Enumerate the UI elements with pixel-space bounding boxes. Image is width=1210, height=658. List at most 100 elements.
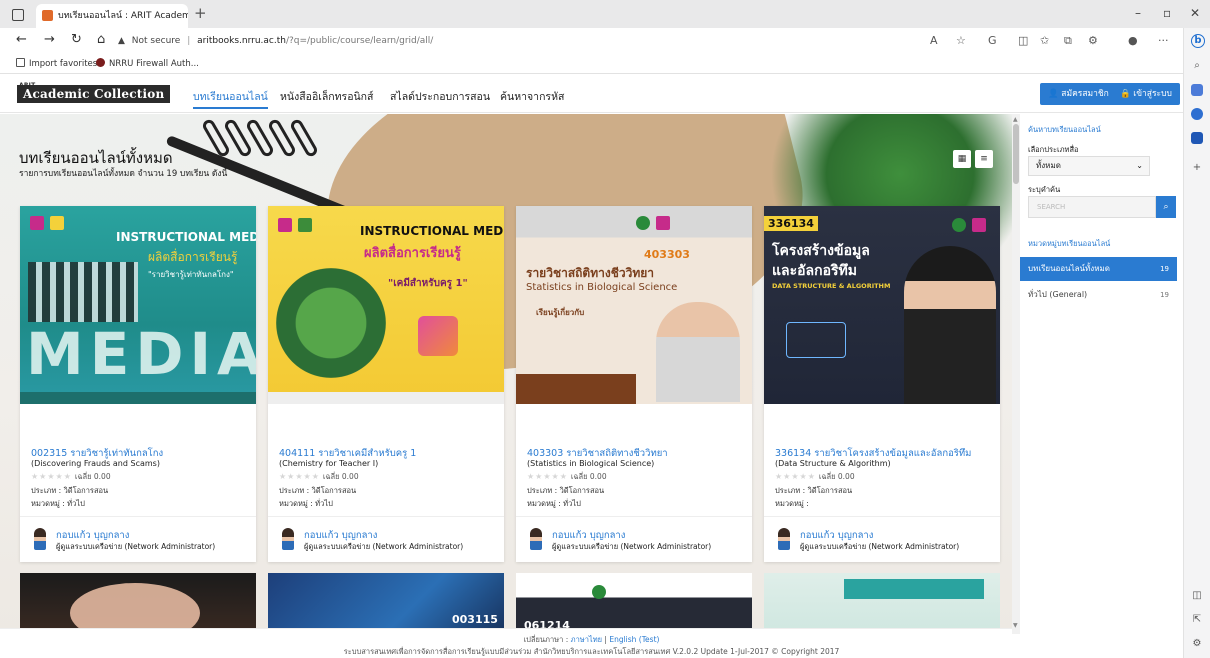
cover-hands-graphic bbox=[70, 583, 200, 634]
course-card-partial[interactable] bbox=[20, 573, 256, 634]
cover-footer-strip bbox=[20, 392, 256, 404]
cover-people bbox=[28, 262, 138, 322]
cover-extra: "เคมีสำหรับครู 1" bbox=[388, 278, 468, 289]
search-icon[interactable]: ⌕ bbox=[1191, 60, 1203, 72]
search-input[interactable]: SEARCH bbox=[1028, 196, 1156, 218]
extensions-icon[interactable]: ⚙ bbox=[1088, 34, 1098, 48]
site-footer: เปลี่ยนภาษา : ภาษาไทย | English (Test) ร… bbox=[0, 628, 1012, 658]
language-label: เปลี่ยนภาษา : bbox=[523, 635, 569, 644]
scroll-down-icon[interactable]: ▼ bbox=[1013, 622, 1018, 629]
scroll-thumb[interactable] bbox=[1013, 124, 1019, 184]
search-button[interactable]: ⌕ bbox=[1156, 196, 1176, 218]
tab-title: บทเรียนออนไลน์ : ARIT Academic C... bbox=[58, 11, 188, 21]
scroll-up-icon[interactable]: ▲ bbox=[1013, 116, 1018, 123]
refresh-page-icon[interactable]: G bbox=[988, 34, 997, 48]
course-card-partial[interactable] bbox=[764, 573, 1000, 634]
grid-view-icon[interactable]: ▦ bbox=[953, 150, 971, 168]
nav-slides[interactable]: สไลด์ประกอบการสอน bbox=[390, 88, 490, 105]
rating-stars-icon: ★★★★★ เฉลี่ย 0.00 bbox=[279, 472, 359, 481]
bing-icon[interactable]: b bbox=[1191, 34, 1205, 48]
language-thai-link[interactable]: ภาษาไทย bbox=[571, 635, 602, 644]
tools-icon[interactable] bbox=[1191, 108, 1203, 120]
warning-icon: ▲ bbox=[118, 36, 125, 46]
shopping-icon[interactable] bbox=[1191, 84, 1203, 96]
nav-ebooks[interactable]: หนังสืออิเล็กทรอนิกส์ bbox=[280, 88, 373, 105]
category-item-all[interactable]: บทเรียนออนไลน์ทั้งหมด 19 bbox=[1020, 257, 1177, 281]
nav-online-lessons[interactable]: บทเรียนออนไลน์ bbox=[193, 88, 268, 109]
login-label: เข้าสู่ระบบ bbox=[1133, 89, 1172, 99]
split-screen-icon[interactable]: ◫ bbox=[1018, 34, 1028, 48]
site-logo[interactable]: ARIT Academic Collection bbox=[17, 82, 171, 103]
profile-icon[interactable]: ● bbox=[1128, 34, 1138, 48]
author-role: ผู้ดูแลระบบเครือข่าย (Network Administra… bbox=[800, 542, 960, 551]
collections-icon[interactable]: ⧉ bbox=[1064, 34, 1072, 48]
arit-logo-icon bbox=[30, 216, 44, 230]
cover-code: 403303 bbox=[644, 248, 690, 261]
back-icon[interactable]: ← bbox=[16, 32, 27, 48]
chevron-down-icon: ⌄ bbox=[1136, 161, 1143, 170]
course-card-partial[interactable]: 061214 bbox=[516, 573, 752, 634]
author-avatar bbox=[530, 528, 542, 550]
author-role: ผู้ดูแลระบบเครือข่าย (Network Administra… bbox=[56, 542, 216, 551]
favorite-nrru[interactable]: NRRU Firewall Auth... bbox=[96, 54, 199, 74]
more-icon[interactable]: ··· bbox=[1158, 34, 1169, 48]
course-card-partial[interactable]: 003115 bbox=[268, 573, 504, 634]
cover-footer-strip bbox=[268, 392, 504, 404]
cover-extra: "รายวิชารู้เท่าทันกลโกง" bbox=[148, 270, 234, 279]
rating-stars-icon: ★★★★★ เฉลี่ย 0.00 bbox=[775, 472, 855, 481]
cover-classroom-photo bbox=[276, 268, 386, 378]
category-item-general[interactable]: ทั่วไป (General) 19 bbox=[1020, 285, 1177, 305]
tab-actions-icon[interactable] bbox=[12, 9, 24, 21]
course-card[interactable]: INSTRUCTIONAL MEDIA ผลิตสื่อการเรียนรู้ … bbox=[20, 206, 256, 562]
url-field[interactable]: ▲ Not secure | aritbooks.nrru.ac.th/?q=/… bbox=[118, 31, 978, 51]
register-button[interactable]: 👤 สมัครสมาชิก bbox=[1040, 83, 1117, 105]
cover-code: 336134 bbox=[764, 216, 818, 231]
course-cover[interactable]: 336134 โครงสร้างข้อมูล และอัลกอริทึม DAT… bbox=[764, 206, 1000, 404]
course-category: หมวดหมู่ : ทั่วไป bbox=[279, 499, 333, 508]
sidebar-panel-icon[interactable]: ◫ bbox=[1191, 590, 1203, 602]
page-scrollbar[interactable]: ▲ ▼ bbox=[1012, 114, 1020, 634]
categories-heading: หมวดหมู่บทเรียนออนไลน์ bbox=[1028, 239, 1111, 248]
author-role: ผู้ดูแลระบบเครือข่าย (Network Administra… bbox=[304, 542, 464, 551]
cover-flask-graphic bbox=[418, 316, 458, 356]
card-divider bbox=[764, 516, 1000, 517]
restore-icon[interactable]: ▫ bbox=[1163, 6, 1171, 20]
course-card[interactable]: 403303 รายวิชาสถิติทางชีววิทยา Statistic… bbox=[516, 206, 752, 562]
nav-search-code[interactable]: ค้นหาจากรหัส bbox=[500, 88, 564, 105]
logo-text: Academic Collection bbox=[23, 87, 165, 101]
url-warning-text: Not secure bbox=[131, 36, 181, 46]
favorite-star-icon[interactable]: ☆ bbox=[956, 34, 966, 48]
cover-diagram-graphic bbox=[786, 322, 846, 358]
hero-rings bbox=[200, 114, 340, 184]
new-tab-icon[interactable]: + bbox=[194, 6, 207, 21]
course-cover[interactable]: 403303 รายวิชาสถิติทางชีววิทยา Statistic… bbox=[516, 206, 752, 404]
list-view-icon[interactable]: ≡ bbox=[975, 150, 993, 168]
category-count: 19 bbox=[1160, 265, 1169, 273]
search-placeholder: SEARCH bbox=[1037, 203, 1066, 211]
home-icon[interactable]: ⌂ bbox=[97, 32, 105, 48]
favorite-import[interactable]: Import favorites bbox=[16, 54, 97, 74]
course-cover[interactable]: INSTRUCTIONAL MEDIA ผลิตสื่อการเรียนรู้ … bbox=[20, 206, 256, 404]
read-aloud-icon[interactable]: A bbox=[930, 34, 938, 48]
outlook-icon[interactable] bbox=[1191, 132, 1203, 144]
language-english-link[interactable]: English (Test) bbox=[609, 635, 659, 644]
external-icon[interactable]: ⇱ bbox=[1191, 614, 1203, 626]
forward-icon[interactable]: → bbox=[44, 32, 55, 48]
type-label: เลือกประเภทสื่อ bbox=[1028, 145, 1079, 154]
add-icon[interactable]: + bbox=[1191, 162, 1203, 174]
author-avatar bbox=[778, 528, 790, 550]
favorites-icon[interactable]: ✩ bbox=[1040, 34, 1049, 48]
author-role: ผู้ดูแลระบบเครือข่าย (Network Administra… bbox=[552, 542, 712, 551]
course-cover[interactable]: INSTRUCTIONAL MEDIA ผลิตสื่อการเรียนรู้ … bbox=[268, 206, 504, 404]
type-select[interactable]: ทั้งหมด ⌄ bbox=[1028, 156, 1150, 176]
window-close-icon[interactable]: ✕ bbox=[1190, 6, 1200, 20]
arit-logo-icon bbox=[656, 216, 670, 230]
course-card[interactable]: INSTRUCTIONAL MEDIA ผลิตสื่อการเรียนรู้ … bbox=[268, 206, 504, 562]
minimize-icon[interactable]: – bbox=[1135, 6, 1141, 20]
settings-icon[interactable]: ⚙ bbox=[1191, 638, 1203, 650]
refresh-icon[interactable]: ↻ bbox=[71, 32, 82, 48]
course-card[interactable]: 336134 โครงสร้างข้อมูล และอัลกอริทึม DAT… bbox=[764, 206, 1000, 562]
browser-tab[interactable]: บทเรียนออนไลน์ : ARIT Academic C... ✕ bbox=[36, 4, 188, 28]
cover-extra: DATA STRUCTURE & ALGORITHM bbox=[772, 282, 891, 290]
login-button[interactable]: 🔒 เข้าสู่ระบบ bbox=[1112, 83, 1180, 105]
